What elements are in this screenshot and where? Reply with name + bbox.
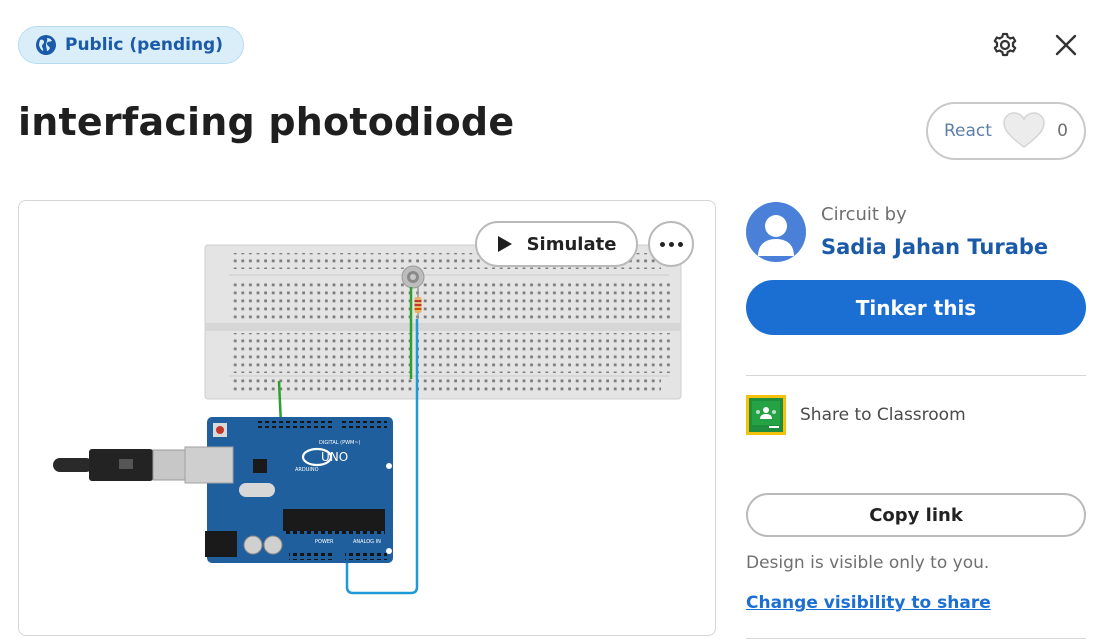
svg-text:ARDUINO: ARDUINO bbox=[295, 467, 319, 473]
tinker-this-button[interactable]: Tinker this bbox=[746, 280, 1086, 335]
visibility-badge[interactable]: Public (pending) bbox=[18, 26, 244, 64]
gear-icon bbox=[993, 32, 1017, 57]
author-name[interactable]: Sadia Jahan Turabe bbox=[821, 235, 1048, 259]
more-options-dot bbox=[668, 241, 674, 247]
circuit-by-label: Circuit by bbox=[821, 204, 907, 225]
share-to-classroom-label: Share to Classroom bbox=[800, 405, 966, 425]
breadboard bbox=[204, 244, 682, 400]
close-button[interactable] bbox=[1049, 28, 1083, 62]
google-classroom-icon bbox=[746, 395, 786, 435]
photodiode bbox=[401, 265, 425, 289]
arduino-uno-board: UNO ARDUINO DIGITAL (PWM~) POWER ANALOG … bbox=[184, 417, 393, 563]
close-icon bbox=[1055, 34, 1077, 56]
react-label: React bbox=[944, 121, 992, 141]
svg-text:ANALOG IN: ANALOG IN bbox=[353, 539, 381, 545]
settings-button[interactable] bbox=[988, 28, 1022, 62]
divider bbox=[746, 375, 1086, 376]
usb-cable bbox=[53, 449, 186, 481]
svg-text:DIGITAL (PWM~): DIGITAL (PWM~) bbox=[319, 440, 361, 446]
play-icon bbox=[497, 236, 512, 252]
heart-icon bbox=[1002, 112, 1046, 150]
simulate-button[interactable]: Simulate bbox=[475, 221, 638, 267]
react-count: 0 bbox=[1057, 121, 1068, 141]
more-options-dot bbox=[677, 241, 683, 247]
copy-link-button[interactable]: Copy link bbox=[746, 493, 1086, 537]
more-options-icon bbox=[659, 241, 665, 247]
visibility-note: Design is visible only to you. bbox=[746, 553, 990, 573]
more-options-button[interactable] bbox=[648, 221, 694, 267]
design-title: interfacing photodiode bbox=[18, 100, 515, 144]
svg-text:POWER: POWER bbox=[315, 539, 334, 545]
svg-text:UNO: UNO bbox=[321, 450, 348, 464]
divider bbox=[746, 638, 1086, 639]
globe-icon bbox=[35, 34, 57, 56]
visibility-badge-label: Public (pending) bbox=[65, 35, 223, 55]
change-visibility-link[interactable]: Change visibility to share bbox=[746, 593, 991, 613]
avatar[interactable] bbox=[746, 202, 806, 262]
user-icon bbox=[758, 215, 794, 256]
simulate-label: Simulate bbox=[526, 233, 617, 255]
share-to-classroom-button[interactable]: Share to Classroom bbox=[746, 395, 966, 435]
react-button[interactable]: React 0 bbox=[926, 102, 1086, 160]
